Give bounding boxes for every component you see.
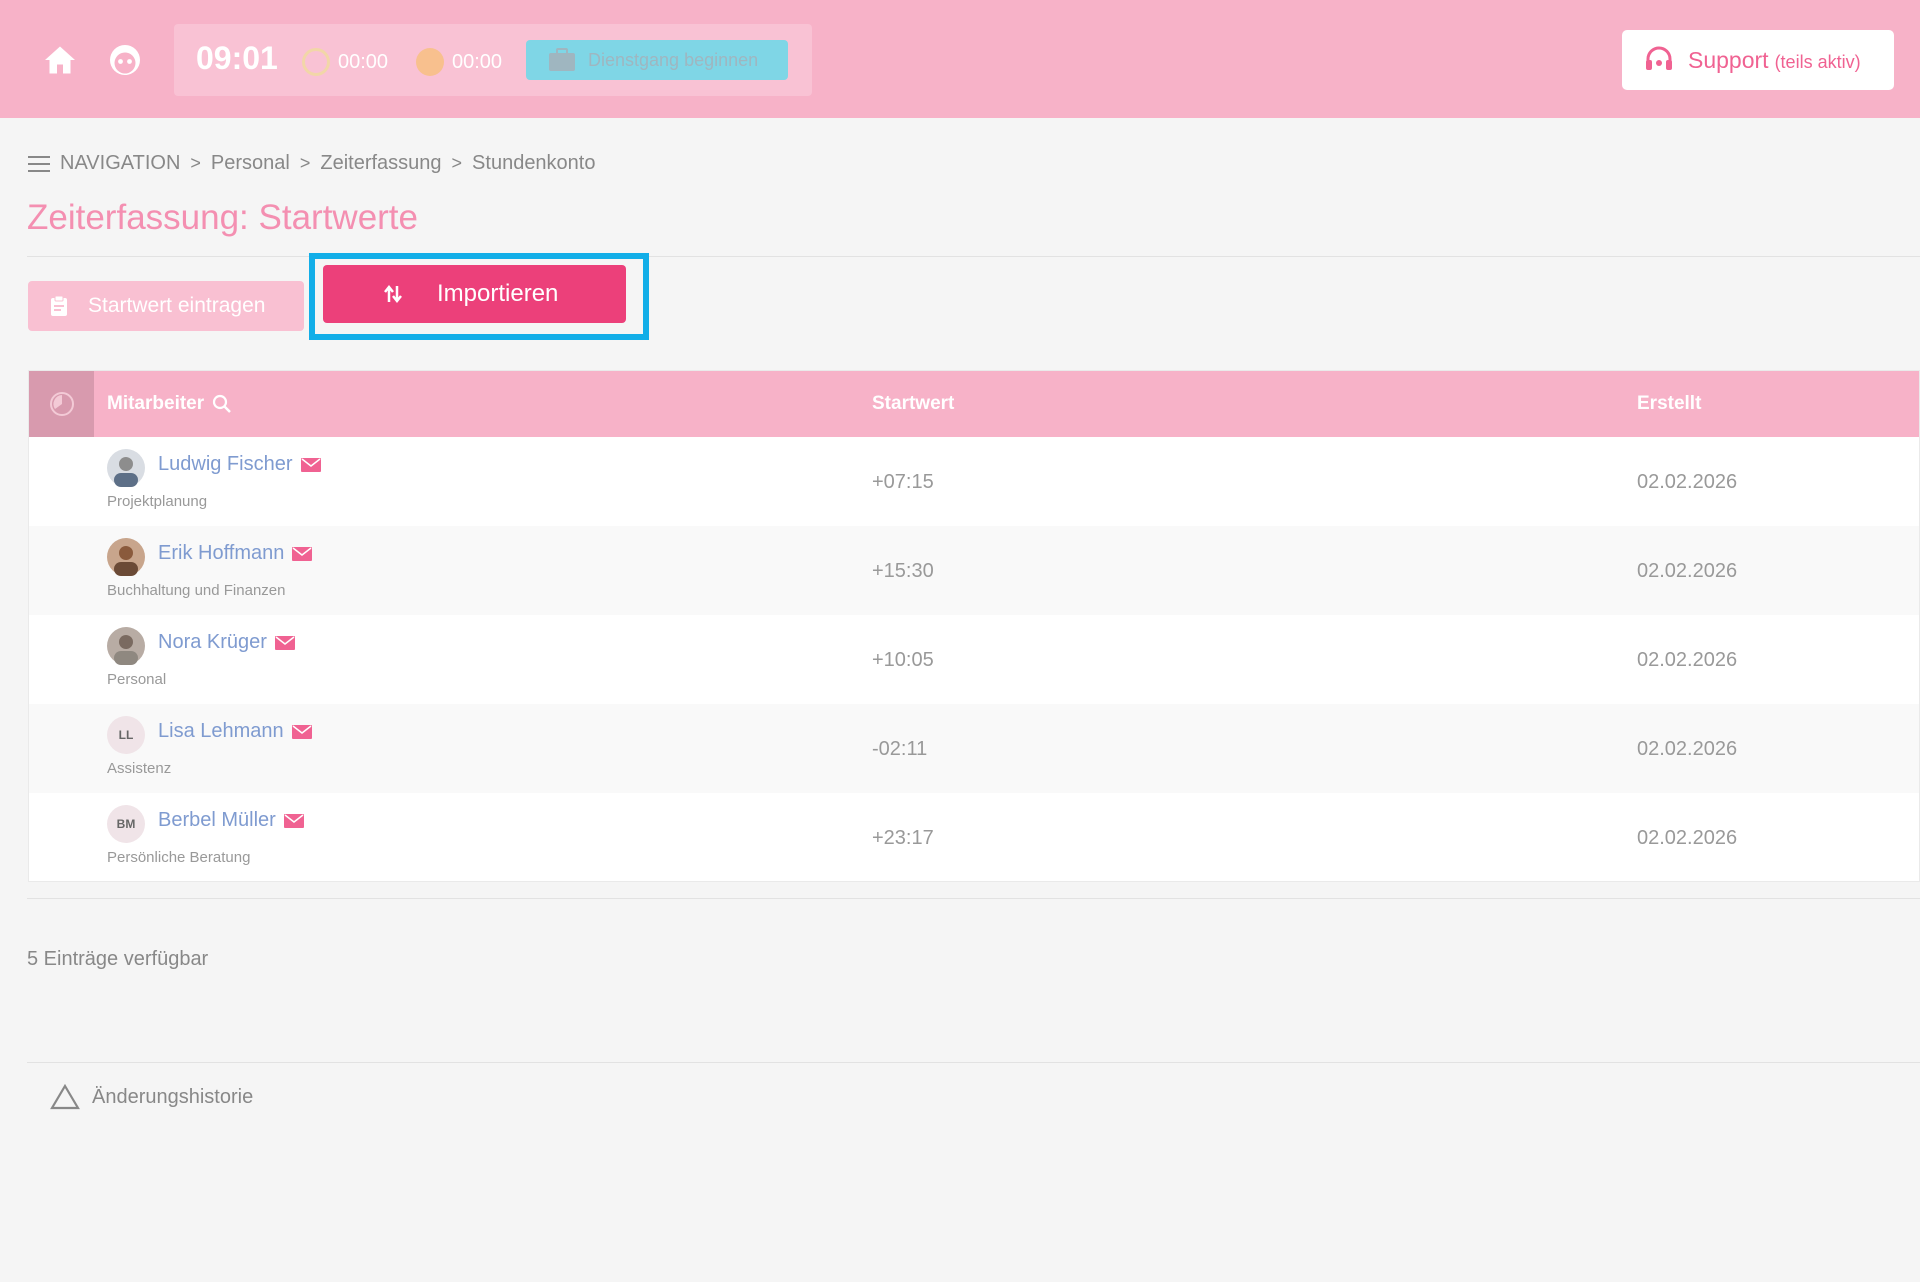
start-value: +15:30 <box>872 560 934 582</box>
mail-icon[interactable] <box>292 546 313 561</box>
time-tracking-panel: 09:01 00:00 00:00 Dienstgang beginnen <box>174 24 812 96</box>
employee-department: Persönliche Beratung <box>107 849 251 866</box>
table-header: Mitarbeiter Startwert Erstellt <box>29 371 1919 437</box>
pause-timer: 00:00 <box>416 48 502 76</box>
pause-icon <box>416 48 444 76</box>
breadcrumb-zeiterfassung[interactable]: Zeiterfassung <box>320 152 441 175</box>
current-time: 09:01 <box>196 40 278 76</box>
start-value: +23:17 <box>872 827 934 849</box>
change-history-label: Änderungshistorie <box>92 1085 254 1108</box>
support-status: (teils aktiv) <box>1774 51 1861 72</box>
duty-start-button[interactable]: Dienstgang beginnen <box>526 40 788 80</box>
avatar <box>107 449 145 487</box>
breadcrumb-separator: > <box>451 153 463 173</box>
created-date: 02.02.2026 <box>1637 560 1738 582</box>
import-label: Importieren <box>437 280 559 307</box>
created-date: 02.02.2026 <box>1637 471 1738 493</box>
start-value: -02:11 <box>872 738 928 760</box>
face-icon[interactable] <box>107 42 143 78</box>
employee-name[interactable]: Ludwig Fischer <box>158 453 321 476</box>
table-row[interactable]: Nora Krüger Personal +10:05 02.02.2026 <box>29 615 1919 704</box>
mail-icon[interactable] <box>283 813 304 828</box>
column-toggle[interactable] <box>29 371 94 437</box>
work-timer-value: 00:00 <box>338 50 389 73</box>
avatar-initials: LL <box>107 716 145 754</box>
import-button[interactable]: Importieren <box>323 265 626 323</box>
support-label: Support <box>1688 46 1769 73</box>
created-date: 02.02.2026 <box>1637 827 1738 849</box>
clock-icon <box>302 48 330 76</box>
start-value: +07:15 <box>872 471 934 493</box>
breadcrumb-personal[interactable]: Personal <box>211 152 290 175</box>
employee-name-text: Erik Hoffmann <box>158 542 285 564</box>
support-button[interactable]: Support (teils aktiv) <box>1622 30 1894 90</box>
duty-start-label: Dienstgang beginnen <box>588 49 759 70</box>
employee-department: Personal <box>107 671 167 688</box>
employee-department: Projektplanung <box>107 493 208 510</box>
pause-timer-value: 00:00 <box>452 50 503 73</box>
table-row[interactable]: Erik Hoffmann Buchhaltung und Finanzen +… <box>29 526 1919 615</box>
employee-department: Assistenz <box>107 760 172 777</box>
table-row[interactable]: Ludwig Fischer Projektplanung +07:15 02.… <box>29 437 1919 526</box>
warning-icon <box>50 1084 80 1110</box>
avatar <box>107 627 145 665</box>
employee-name[interactable]: Berbel Müller <box>158 809 304 832</box>
start-value: +10:05 <box>872 649 934 671</box>
header-created[interactable]: Erstellt <box>1637 393 1701 415</box>
work-timer: 00:00 <box>302 48 388 76</box>
header-start[interactable]: Startwert <box>872 393 954 415</box>
change-history-toggle[interactable]: Änderungshistorie <box>50 1084 253 1110</box>
employee-name-text: Berbel Müller <box>158 809 276 831</box>
menu-icon[interactable] <box>28 155 50 172</box>
entry-count: 5 Einträge verfügbar <box>27 948 209 970</box>
created-date: 02.02.2026 <box>1637 738 1738 760</box>
divider <box>27 1062 1920 1063</box>
mail-icon[interactable] <box>291 724 312 739</box>
briefcase-icon <box>549 48 575 71</box>
avatar-initials: BM <box>107 805 145 843</box>
swap-icon <box>384 284 402 304</box>
startvalues-table: Mitarbeiter Startwert Erstellt Ludwig Fi… <box>28 370 1920 882</box>
employee-name[interactable]: Nora Krüger <box>158 631 295 654</box>
breadcrumb-separator: > <box>299 153 311 173</box>
mail-icon[interactable] <box>274 635 295 650</box>
employee-department: Buchhaltung und Finanzen <box>107 582 286 599</box>
avatar <box>107 538 145 576</box>
employee-name-text: Nora Krüger <box>158 631 267 653</box>
start-entry-label: Startwert eintragen <box>88 294 266 317</box>
start-entry-button[interactable]: Startwert eintragen <box>28 281 304 331</box>
header-employee-label: Mitarbeiter <box>107 393 205 414</box>
employee-name-text: Ludwig Fischer <box>158 453 293 475</box>
clipboard-icon <box>51 295 67 316</box>
employee-name[interactable]: Lisa Lehmann <box>158 720 312 743</box>
employee-name-text: Lisa Lehmann <box>158 720 284 742</box>
home-icon[interactable] <box>42 42 78 78</box>
search-icon[interactable] <box>212 394 232 414</box>
employee-name[interactable]: Erik Hoffmann <box>158 542 313 565</box>
headset-icon <box>1646 46 1672 70</box>
breadcrumb: NAVIGATION > Personal > Zeiterfassung > … <box>28 152 595 175</box>
header-employee[interactable]: Mitarbeiter <box>107 393 232 415</box>
table-row[interactable]: LL Lisa Lehmann Assistenz -02:11 02.02.2… <box>29 704 1919 793</box>
created-date: 02.02.2026 <box>1637 649 1738 671</box>
pie-icon <box>49 392 74 416</box>
divider <box>27 898 1920 899</box>
breadcrumb-stundenkonto[interactable]: Stundenkonto <box>472 152 595 175</box>
table-row[interactable]: BM Berbel Müller Persönliche Beratung +2… <box>29 793 1919 882</box>
breadcrumb-navigation[interactable]: NAVIGATION <box>60 152 180 175</box>
top-bar: 09:01 00:00 00:00 Dienstgang beginnen Su… <box>0 0 1920 118</box>
breadcrumb-separator: > <box>190 153 201 173</box>
mail-icon[interactable] <box>300 457 321 472</box>
page-title: Zeiterfassung: Startwerte <box>27 198 418 237</box>
